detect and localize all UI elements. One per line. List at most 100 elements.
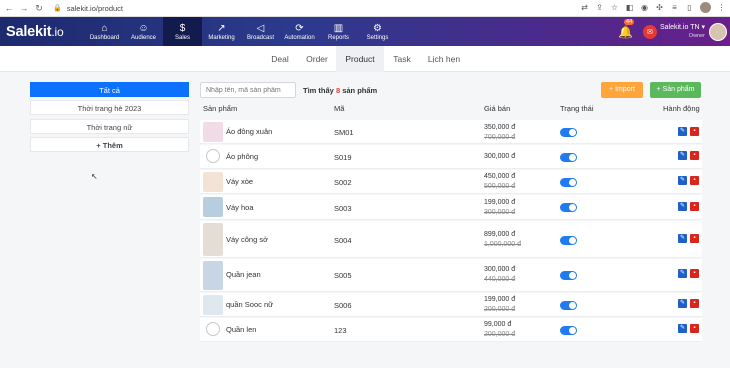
gear-icon: ⚙ [373, 22, 382, 34]
table-row[interactable]: Váy công sở S004 899,000 đ 1,000,000 đ ✎ … [200, 221, 702, 258]
price-current: 199,000 đ [484, 199, 516, 206]
add-category-button[interactable]: + Thêm [30, 137, 189, 152]
reload-icon[interactable]: ↻ [33, 3, 45, 14]
trash-icon[interactable]: ▪ [690, 234, 699, 243]
add-product-button[interactable]: + Sản phẩm [650, 82, 701, 98]
more-vert-icon[interactable]: ⋮ [717, 3, 726, 12]
product-price: 300,000 đ 440,000 đ [484, 265, 515, 285]
trash-icon[interactable]: ▪ [690, 176, 699, 185]
product-thumbnail [203, 223, 223, 256]
share-icon[interactable]: ⇪ [595, 3, 604, 12]
plus-icon: + [609, 86, 614, 93]
nav-broadcast[interactable]: ◁ Broadcast [241, 17, 280, 46]
trash-icon[interactable]: ▪ [690, 127, 699, 136]
product-name[interactable]: Váy công sở [226, 235, 268, 244]
puzzle-icon[interactable]: ✣ [655, 3, 664, 12]
search-input[interactable] [200, 82, 296, 98]
nav-audience[interactable]: ☺ Audience [124, 17, 163, 46]
product-name[interactable]: Quần len [226, 325, 256, 334]
status-toggle[interactable] [560, 203, 577, 212]
camera-icon[interactable]: ◉ [640, 3, 649, 12]
edit-icon[interactable]: ✎ [678, 234, 687, 243]
product-name[interactable]: Váy xòe [226, 177, 253, 186]
status-toggle[interactable] [560, 128, 577, 137]
found-prefix: Tìm thấy [303, 86, 334, 95]
extension-icon[interactable]: ◧ [625, 3, 634, 12]
col-header-status: Trạng thái [560, 104, 594, 113]
notification-badge: 44 [624, 18, 635, 25]
product-price: 199,000 đ 200,000 đ [484, 295, 515, 315]
notifications-button[interactable]: 🔔 44 [618, 18, 635, 39]
product-name[interactable]: Váy hoa [226, 203, 254, 212]
tab-product[interactable]: Product [336, 46, 384, 72]
table-row[interactable]: quần Sooc nữ S006 199,000 đ 200,000 đ ✎ ▪ [200, 293, 702, 317]
product-name[interactable]: Áo đông xuân [226, 127, 272, 136]
table-row[interactable]: Quần jean S005 300,000 đ 440,000 đ ✎ ▪ [200, 259, 702, 292]
tab-lich-hen[interactable]: Lịch hẹn [420, 46, 468, 72]
nav-dashboard[interactable]: ⌂ Dashboard [85, 17, 124, 46]
nav-sales[interactable]: $ Sales [163, 17, 202, 46]
edit-icon[interactable]: ✎ [678, 324, 687, 333]
status-toggle[interactable] [560, 153, 577, 162]
product-price: 99,000 đ 200,000 đ [484, 320, 515, 340]
table-row[interactable]: Váy hoa S003 199,000 đ 300,000 đ ✎ ▪ [200, 195, 702, 220]
product-code: S019 [334, 153, 352, 162]
trash-icon[interactable]: ▪ [690, 151, 699, 160]
product-price: 450,000 đ 500,000 đ [484, 172, 515, 192]
col-header-actions: Hành động [663, 104, 700, 113]
status-toggle[interactable] [560, 326, 577, 335]
tab-deal[interactable]: Deal [262, 46, 298, 72]
status-toggle[interactable] [560, 271, 577, 280]
trash-icon[interactable]: ▪ [690, 269, 699, 278]
nav-marketing[interactable]: ↗ Marketing [202, 17, 241, 46]
product-thumbnail [203, 197, 223, 217]
table-row[interactable]: Áo đông xuân SM01 350,000 đ 700,000 đ ✎ ▪ [200, 120, 702, 144]
edit-icon[interactable]: ✎ [678, 151, 687, 160]
plus-icon: + [656, 86, 661, 93]
status-toggle[interactable] [560, 236, 577, 245]
nav-automation[interactable]: ⟳ Automation [280, 17, 319, 46]
image-placeholder-icon [206, 322, 220, 336]
back-icon[interactable]: ← [3, 3, 15, 13]
account-menu[interactable]: Salekit.io TN ▾ Owner [660, 24, 705, 40]
edit-icon[interactable]: ✎ [678, 127, 687, 136]
sidebar-icon[interactable]: ▯ [685, 3, 694, 12]
category-all[interactable]: Tất cả [30, 82, 189, 97]
product-name[interactable]: Quần jean [226, 270, 261, 279]
table-row[interactable]: Quần len 123 99,000 đ 200,000 đ ✎ ▪ [200, 318, 702, 342]
trash-icon[interactable]: ▪ [690, 324, 699, 333]
forward-icon[interactable]: → [18, 3, 30, 13]
translate-icon[interactable]: ⇄ [580, 3, 589, 12]
address-bar[interactable]: 🔒 salekit.io/product [53, 4, 123, 13]
table-row[interactable]: Áo phông S019 300,000 đ ✎ ▪ [200, 145, 702, 169]
nav-label: Automation [284, 34, 315, 41]
mail-icon[interactable]: ✉ [642, 24, 657, 39]
trash-icon[interactable]: ▪ [690, 202, 699, 211]
status-toggle[interactable] [560, 178, 577, 187]
salekit-logo[interactable]: Salekit.io [0, 17, 82, 46]
nav-settings[interactable]: ⚙ Settings [358, 17, 397, 46]
product-name[interactable]: quần Sooc nữ [226, 300, 273, 309]
menu-icon[interactable]: ≡ [670, 3, 679, 12]
edit-icon[interactable]: ✎ [678, 299, 687, 308]
trash-icon[interactable]: ▪ [690, 299, 699, 308]
product-price: 300,000 đ [484, 152, 515, 162]
category-summer-2023[interactable]: Thời trang hè 2023 [30, 100, 189, 115]
tab-task[interactable]: Task [386, 46, 418, 72]
edit-icon[interactable]: ✎ [678, 269, 687, 278]
avatar[interactable] [709, 22, 727, 41]
edit-icon[interactable]: ✎ [678, 202, 687, 211]
dollar-icon: $ [179, 22, 186, 34]
add-product-label: Sản phẩm [662, 86, 695, 93]
profile-avatar[interactable] [700, 2, 711, 13]
import-button[interactable]: + Import [601, 82, 643, 98]
bookmark-star-icon[interactable]: ☆ [610, 3, 619, 12]
nav-reports[interactable]: ▥ Reports [319, 17, 358, 46]
status-toggle[interactable] [560, 301, 577, 310]
tab-order[interactable]: Order [300, 46, 334, 72]
product-name[interactable]: Áo phông [226, 152, 258, 161]
edit-icon[interactable]: ✎ [678, 176, 687, 185]
table-row[interactable]: Váy xòe S002 450,000 đ 500,000 đ ✎ ▪ [200, 170, 702, 194]
category-women[interactable]: Thời trang nữ [30, 119, 189, 134]
col-header-price: Giá bán [484, 104, 511, 113]
